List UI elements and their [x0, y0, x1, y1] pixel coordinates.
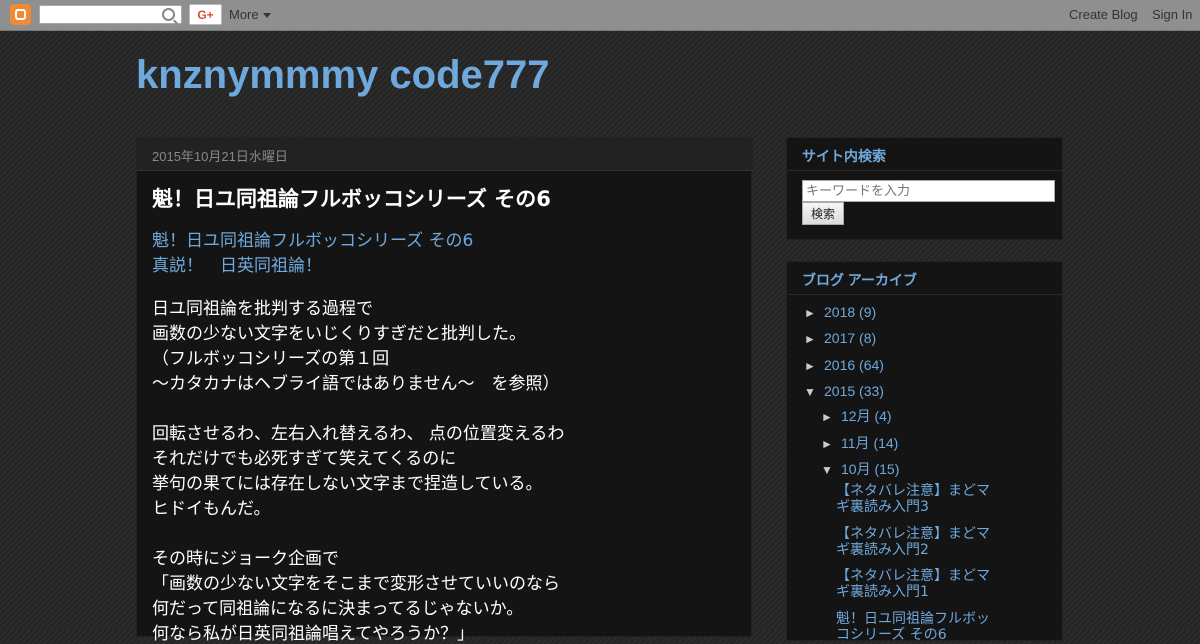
collapse-arrow-icon[interactable]: ▼	[821, 463, 841, 477]
archive-year-2017[interactable]: ► 2017 (8)	[804, 330, 876, 346]
expand-arrow-icon[interactable]: ►	[804, 332, 824, 346]
expand-arrow-icon[interactable]: ►	[804, 306, 824, 320]
more-label: More	[229, 7, 259, 22]
post-body-line: 何だって同祖論になるに決まってるじゃないか。	[152, 599, 524, 619]
post-body-line: その時にジョーク企画で	[152, 549, 339, 569]
archive-year-label[interactable]: 2018	[824, 304, 855, 320]
expand-arrow-icon[interactable]: ►	[821, 410, 841, 424]
site-search-widget: サイト内検索 検索	[786, 137, 1063, 240]
archive-count: (9)	[859, 304, 877, 320]
archive-month-label[interactable]: 11月	[841, 435, 870, 451]
main-post-column: 2015年10月21日水曜日 魁！日ユ同祖論フルボッコシリーズ その6 魁！日ユ…	[136, 137, 753, 644]
archive-post-link[interactable]: 【ネタバレ注意】まどマギ裏読み入門1	[836, 568, 1001, 600]
google-plus-button[interactable]: G+	[189, 4, 222, 25]
post-body-line: 〜カタカナはヘブライ語ではありません〜 を参照）	[152, 374, 560, 394]
post-link-subtitle[interactable]: 真説！ 日英同祖論！	[152, 251, 322, 276]
caret-down-icon	[262, 13, 271, 19]
site-search-input[interactable]	[802, 180, 1055, 202]
archive-post-link[interactable]: 【ネタバレ注意】まどマギ裏読み入門2	[836, 526, 1001, 558]
post-body-line: 挙句の果てには存在しない文字まで捏造している。	[152, 474, 543, 494]
collapse-arrow-icon[interactable]: ▼	[804, 385, 824, 399]
search-icon[interactable]	[162, 8, 175, 21]
post-title[interactable]: 魁！日ユ同祖論フルボッコシリーズ その6	[152, 183, 551, 213]
expand-arrow-icon[interactable]: ►	[804, 359, 824, 373]
sign-in-link[interactable]: Sign In	[1152, 7, 1192, 22]
blog-title[interactable]: knznymmmy code777	[136, 53, 550, 97]
blogger-logo-icon[interactable]	[10, 4, 31, 25]
search-button[interactable]: 検索	[802, 202, 844, 225]
archive-year-label[interactable]: 2017	[824, 330, 855, 346]
archive-year-label[interactable]: 2016	[824, 357, 855, 373]
archive-count: (4)	[874, 408, 892, 424]
archive-count: (64)	[859, 357, 884, 373]
archive-month-label[interactable]: 12月	[841, 408, 871, 424]
blogger-navbar: G+ More Create Blog Sign In	[0, 0, 1200, 31]
post-body-line: 日ユ同祖論を批判する過程で	[152, 299, 373, 319]
archive-count: (33)	[859, 383, 884, 399]
more-menu[interactable]: More	[229, 7, 271, 22]
post-date: 2015年10月21日水曜日	[137, 138, 753, 171]
post-body-line: 「画数の少ない文字をそこまで変形させていいのなら	[152, 574, 560, 594]
navbar-search-input[interactable]	[39, 5, 182, 24]
archive-count: (15)	[874, 461, 900, 477]
post-body-line: 回転させるわ、左右入れ替えるわ、 点の位置変えるわ	[152, 424, 565, 444]
search-widget-title: サイト内検索	[787, 138, 1062, 171]
archive-year-2015[interactable]: ▼ 2015 (33)	[804, 383, 884, 399]
post-body-line: （フルボッコシリーズの第１回	[152, 349, 390, 369]
archive-post-link[interactable]: 【ネタバレ注意】まどマギ裏読み入門3	[836, 483, 1001, 515]
archive-month-11[interactable]: ► 11月 (14)	[821, 433, 898, 453]
post-body-line: ヒドイもんだ。	[152, 499, 271, 519]
archive-year-2016[interactable]: ► 2016 (64)	[804, 357, 884, 373]
post-body-line: それだけでも必死すぎて笑えてくるのに	[152, 449, 457, 469]
archive-month-12[interactable]: ► 12月 (4)	[821, 406, 892, 426]
archive-month-10[interactable]: ▼ 10月 (15)	[821, 459, 899, 479]
archive-count: (14)	[873, 435, 899, 451]
expand-arrow-icon[interactable]: ►	[821, 437, 841, 451]
post-body-line: 画数の少ない文字をいじくりすぎだと批判した。	[152, 324, 526, 344]
archive-year-label[interactable]: 2015	[824, 383, 855, 399]
create-blog-link[interactable]: Create Blog	[1069, 7, 1138, 22]
archive-count: (8)	[859, 330, 877, 346]
archive-post-link[interactable]: 魁！日ユ同祖論フルボッコシリーズ その6	[836, 611, 1001, 643]
archive-month-label[interactable]: 10月	[841, 461, 871, 477]
archive-widget-title: ブログ アーカイブ	[787, 262, 1062, 295]
post-link-series[interactable]: 魁！日ユ同祖論フルボッコシリーズ その6	[152, 226, 473, 251]
archive-year-2018[interactable]: ► 2018 (9)	[804, 304, 876, 320]
post-body-line: 何なら私が日英同祖論唱えてやろうか？」	[152, 624, 475, 644]
